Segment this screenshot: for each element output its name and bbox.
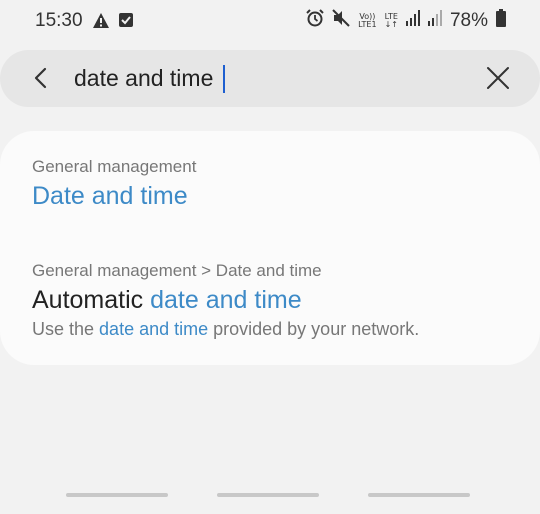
close-icon[interactable] <box>485 65 511 91</box>
alarm-icon <box>306 9 324 32</box>
result-title: Automatic date and time <box>32 286 302 314</box>
result-title: Date and time <box>32 182 188 210</box>
battery-percent: 78% <box>449 9 488 31</box>
signal-icon <box>405 10 420 31</box>
result-item-automatic-date-and-time[interactable]: General management > Date and time Autom… <box>32 261 419 340</box>
lte-icon: LTE ↓↑ <box>384 11 398 29</box>
status-left-icons <box>92 12 134 34</box>
result-breadcrumb: General management > Date and time <box>32 261 322 280</box>
warning-icon <box>92 12 110 34</box>
status-time: 15:30 <box>35 10 83 31</box>
recent-apps-button[interactable] <box>66 493 168 497</box>
search-bar <box>0 50 540 107</box>
home-button[interactable] <box>217 493 319 497</box>
status-bar: 15:30 Vo)) LTE1 LTE ↓↑ 78% <box>0 0 540 42</box>
back-button[interactable] <box>368 493 470 497</box>
checkbox-icon <box>118 12 134 34</box>
text-caret <box>223 65 225 93</box>
result-description: Use the date and time provided by your n… <box>32 319 420 339</box>
mute-icon <box>332 9 350 32</box>
search-results-card: General management Date and time General… <box>0 131 540 365</box>
navigation-bar <box>0 490 540 500</box>
result-breadcrumb: General management <box>32 157 197 176</box>
battery-icon <box>496 9 506 32</box>
volte-icon: Vo)) LTE1 <box>358 11 377 29</box>
signal-2-icon <box>427 10 442 31</box>
status-right-icons: Vo)) LTE1 LTE ↓↑ 78% <box>306 9 506 32</box>
result-item-date-and-time[interactable]: General management Date and time <box>32 157 196 211</box>
search-input[interactable] <box>74 60 454 96</box>
back-arrow-icon[interactable] <box>28 64 56 92</box>
